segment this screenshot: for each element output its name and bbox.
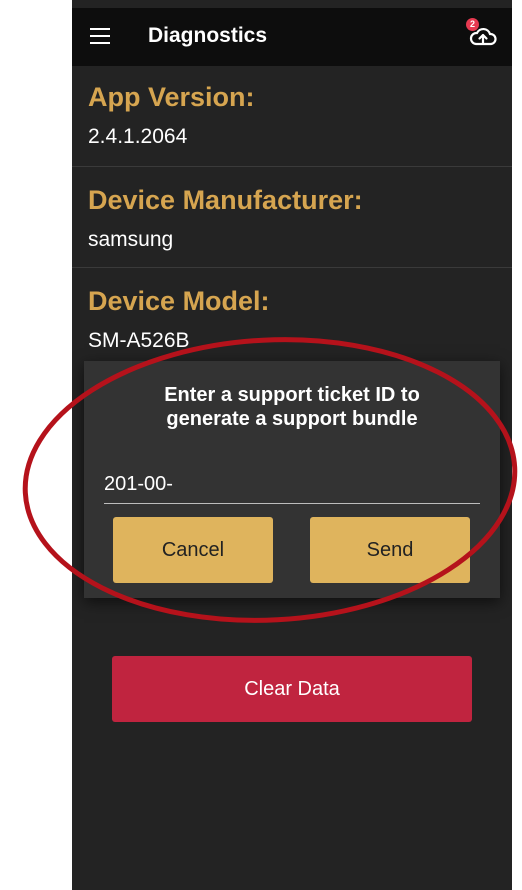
- send-button[interactable]: Send: [310, 517, 470, 583]
- model-value: SM-A526B: [88, 329, 190, 352]
- cloud-upload-button[interactable]: 2: [466, 18, 498, 52]
- notification-badge: 2: [466, 18, 479, 31]
- page-title: Diagnostics: [148, 24, 268, 47]
- model-section: Device Model: SM-A526B: [72, 268, 512, 368]
- hamburger-menu-icon[interactable]: [90, 28, 110, 46]
- cancel-button[interactable]: Cancel: [113, 517, 273, 583]
- dialog-title: Enter a support ticket ID to generate a …: [84, 383, 500, 431]
- support-ticket-dialog: Enter a support ticket ID to generate a …: [84, 361, 500, 598]
- dialog-title-line2: generate a support bundle: [166, 408, 418, 430]
- manufacturer-value: samsung: [88, 228, 174, 251]
- phone-screen: Diagnostics 2 App Version: 2.4.1.2064 De…: [72, 0, 512, 890]
- manufacturer-section: Device Manufacturer: samsung: [72, 167, 512, 268]
- manufacturer-label: Device Manufacturer:: [88, 185, 363, 215]
- dialog-title-line1: Enter a support ticket ID to: [164, 384, 420, 406]
- app-version-value: 2.4.1.2064: [88, 125, 188, 148]
- model-label: Device Model:: [88, 286, 270, 316]
- ticket-id-input[interactable]: [104, 469, 480, 504]
- app-bar: Diagnostics 2: [72, 8, 512, 66]
- app-version-label: App Version:: [88, 82, 255, 112]
- clear-data-button[interactable]: Clear Data: [112, 656, 472, 722]
- app-version-section: App Version: 2.4.1.2064: [72, 66, 512, 167]
